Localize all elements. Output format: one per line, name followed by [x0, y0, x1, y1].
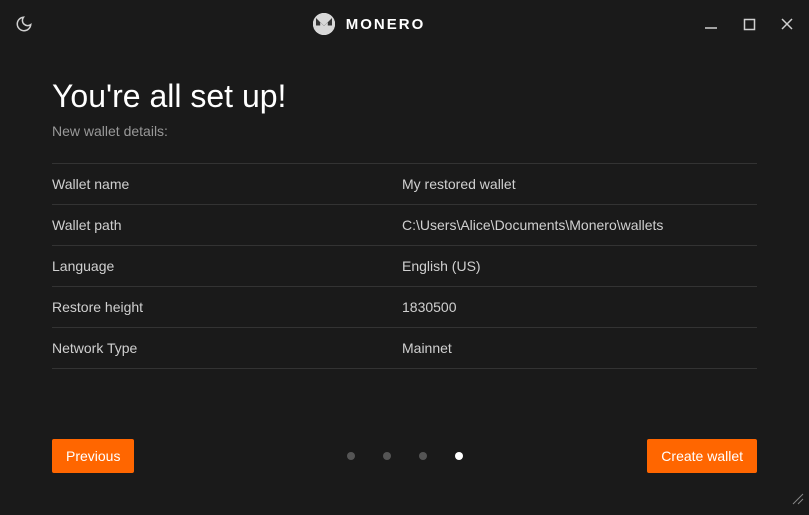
detail-row-wallet-path: Wallet path C:\Users\Alice\Documents\Mon… — [52, 205, 757, 246]
title-center: MONERO — [36, 12, 701, 36]
progress-dots — [347, 452, 463, 460]
minimize-button[interactable] — [701, 14, 721, 34]
titlebar: MONERO — [0, 0, 809, 48]
detail-label: Network Type — [52, 340, 402, 356]
window-controls — [701, 14, 797, 34]
detail-row-restore-height: Restore height 1830500 — [52, 287, 757, 328]
detail-value: Mainnet — [402, 340, 757, 356]
detail-row-network-type: Network Type Mainnet — [52, 328, 757, 369]
maximize-icon — [743, 18, 756, 31]
monero-logo-icon — [312, 12, 336, 36]
detail-label: Language — [52, 258, 402, 274]
previous-button[interactable]: Previous — [52, 439, 134, 473]
app-title: MONERO — [346, 16, 426, 33]
footer: Previous Create wallet — [52, 439, 757, 473]
page-heading: You're all set up! — [52, 78, 757, 115]
close-button[interactable] — [777, 14, 797, 34]
progress-dot-3[interactable] — [419, 452, 427, 460]
minimize-icon — [704, 17, 718, 31]
detail-row-language: Language English (US) — [52, 246, 757, 287]
progress-dot-4[interactable] — [455, 452, 463, 460]
main-content: You're all set up! New wallet details: W… — [0, 48, 809, 369]
detail-row-wallet-name: Wallet name My restored wallet — [52, 163, 757, 205]
page-subheading: New wallet details: — [52, 123, 757, 139]
maximize-button[interactable] — [739, 14, 759, 34]
detail-label: Restore height — [52, 299, 402, 315]
detail-value: 1830500 — [402, 299, 757, 315]
resize-handle[interactable] — [791, 492, 805, 511]
resize-icon — [791, 492, 805, 506]
theme-toggle-button[interactable] — [12, 12, 36, 36]
progress-dot-1[interactable] — [347, 452, 355, 460]
detail-value: C:\Users\Alice\Documents\Monero\wallets — [402, 217, 757, 233]
detail-value: English (US) — [402, 258, 757, 274]
progress-dot-2[interactable] — [383, 452, 391, 460]
detail-value: My restored wallet — [402, 176, 757, 192]
moon-icon — [15, 15, 33, 33]
detail-label: Wallet name — [52, 176, 402, 192]
create-wallet-button[interactable]: Create wallet — [647, 439, 757, 473]
detail-label: Wallet path — [52, 217, 402, 233]
close-icon — [780, 17, 794, 31]
